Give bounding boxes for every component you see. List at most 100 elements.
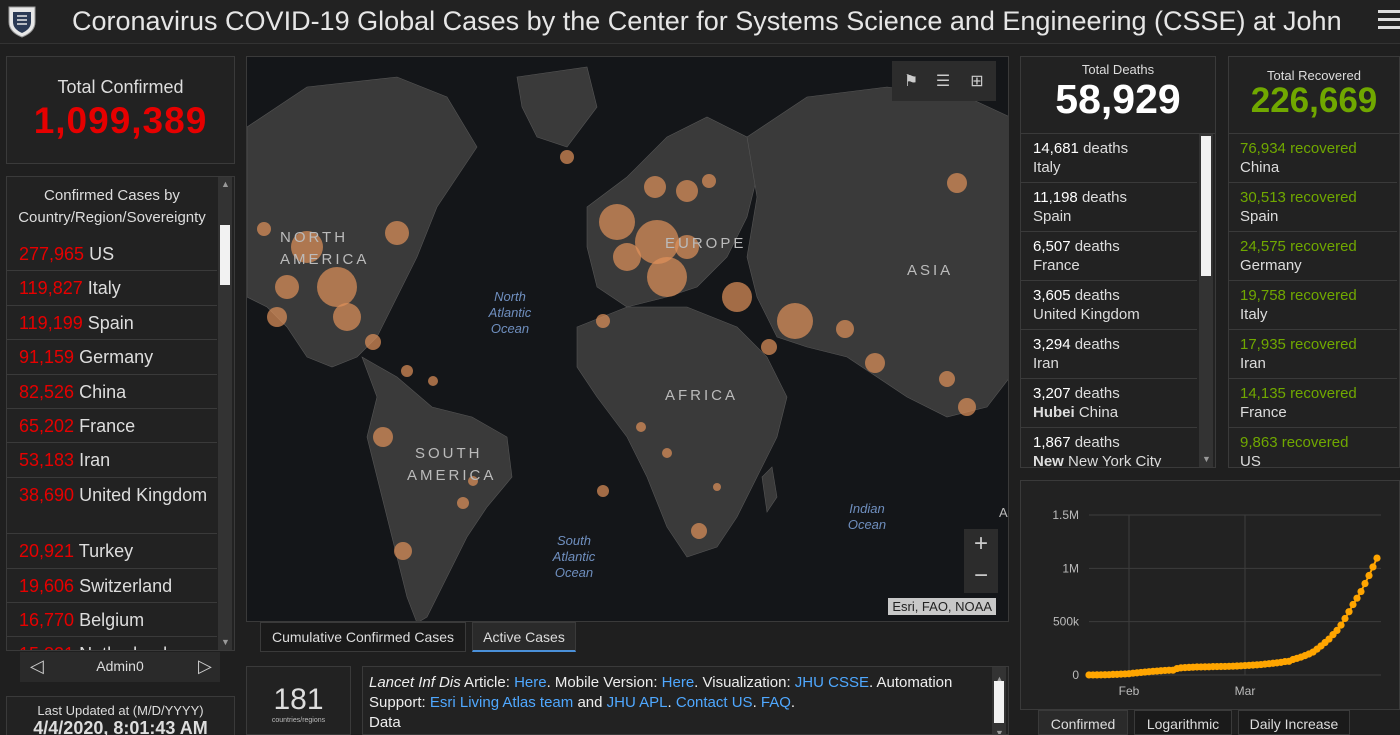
y-tick-label: 0: [1072, 668, 1079, 682]
confirmed-data-point: [1337, 621, 1345, 629]
deaths-scrollbar[interactable]: ▼: [1199, 134, 1213, 467]
info-scrollbar[interactable]: ▲ ▼: [992, 667, 1006, 734]
deaths-place: United Kingdom: [1033, 306, 1140, 323]
confirmed-data-point: [1361, 579, 1369, 588]
recovered-unit: recovered: [1290, 287, 1357, 304]
recovered-list-item[interactable]: 9,863 recovered US: [1229, 428, 1397, 467]
last-updated-panel: Last Updated at (M/D/YYYY) 4/4/2020, 8:0…: [6, 696, 235, 735]
admin-level-label: Admin0: [96, 658, 144, 674]
country-name: Spain: [87, 313, 134, 333]
tab-active-cases[interactable]: Active Cases: [472, 622, 576, 652]
mobile-version-link[interactable]: Here: [662, 674, 695, 691]
country-list-item[interactable]: 91,159 Germany: [7, 340, 217, 375]
confirmed-data-point: [1373, 554, 1381, 562]
jhu-shield-logo-icon[interactable]: [6, 4, 38, 38]
deaths-place: France: [1033, 257, 1080, 274]
deaths-count: 3,294: [1033, 336, 1071, 353]
faq-link[interactable]: FAQ: [761, 694, 791, 711]
esri-living-atlas-link[interactable]: Esri Living Atlas team: [430, 694, 573, 711]
recovered-count: 14,135: [1240, 385, 1286, 402]
deaths-list-item[interactable]: 3,294 deaths Iran: [1021, 330, 1197, 379]
basemap-gallery-icon[interactable]: ⊞: [966, 71, 988, 93]
country-confirmed-count: 16,770: [19, 610, 75, 630]
jhu-csse-link[interactable]: JHU CSSE: [795, 674, 869, 691]
recovered-place: China: [1240, 159, 1280, 176]
map-toolbar: ⚑ ☰ ⊞: [892, 61, 996, 101]
recovered-list-item[interactable]: 30,513 recovered Spain: [1229, 183, 1397, 232]
country-name: United Kingdom: [79, 485, 208, 505]
scroll-up-arrow-icon[interactable]: ▲: [221, 179, 230, 189]
total-deaths-panel: Total Deaths 58,929: [1020, 56, 1216, 134]
deaths-count: 11,198: [1033, 189, 1078, 206]
deaths-place: Iran: [1033, 355, 1059, 372]
cases-chart-panel: 0 500k 1M 1.5M Feb Mar: [1020, 480, 1400, 710]
recovered-unit: recovered: [1290, 385, 1357, 402]
map-canvas[interactable]: [247, 57, 1009, 622]
lancet-article-link[interactable]: Here: [514, 674, 547, 691]
country-list-item[interactable]: 53,183 Iran: [7, 443, 217, 478]
country-list-item[interactable]: 16,770 Belgium: [7, 603, 217, 637]
recovered-list-item[interactable]: 17,935 recovered Iran: [1229, 330, 1397, 379]
country-confirmed-count: 91,159: [19, 347, 75, 367]
recovered-place: Iran: [1240, 355, 1266, 372]
country-list-item[interactable]: 38,690 United Kingdom: [7, 478, 217, 534]
deaths-list[interactable]: 14,681 deaths Italy 11,198 deaths Spain 6,50…: [1020, 133, 1216, 468]
recovered-list-item[interactable]: 19,758 recovered Italy: [1229, 281, 1397, 330]
country-list-item[interactable]: 82,526 China: [7, 375, 217, 409]
scroll-thumb[interactable]: [220, 225, 230, 285]
deaths-unit: deaths: [1074, 385, 1120, 402]
deaths-count: 1,867: [1033, 434, 1071, 451]
legend-list-icon[interactable]: ☰: [932, 71, 954, 93]
tab-daily-increase[interactable]: Daily Increase: [1238, 710, 1350, 735]
countries-count-panel: 181 countries/regions: [246, 666, 351, 735]
country-list-scrollbar[interactable]: ▲ ▼: [218, 177, 232, 650]
recovered-count: 76,934: [1240, 140, 1286, 157]
deaths-list-item[interactable]: 3,207 deaths Hubei China: [1021, 379, 1197, 428]
tab-confirmed[interactable]: Confirmed: [1038, 710, 1128, 735]
deaths-unit: deaths: [1074, 238, 1120, 255]
contact-us-link[interactable]: Contact US: [676, 694, 753, 711]
tab-cumulative-confirmed-cases[interactable]: Cumulative Confirmed Cases: [260, 622, 466, 652]
next-page-icon[interactable]: ▷: [198, 656, 212, 677]
country-list-item[interactable]: 277,965 US: [7, 237, 217, 271]
recovered-place: Italy: [1240, 306, 1268, 323]
deaths-list-item[interactable]: 11,198 deaths Spain: [1021, 183, 1197, 232]
country-name: Netherlands: [79, 644, 176, 650]
zoom-out-button[interactable]: −: [964, 561, 998, 593]
country-list-item[interactable]: 119,199 Spain: [7, 306, 217, 340]
tab-logarithmic[interactable]: Logarithmic: [1134, 710, 1232, 735]
world-map[interactable]: NORTH AMERICA EUROPE ASIA AFRICA SOUTH A…: [246, 56, 1009, 622]
deaths-unit: deaths: [1074, 434, 1120, 451]
country-list-item[interactable]: 65,202 France: [7, 409, 217, 443]
country-list-item[interactable]: 19,606 Switzerland: [7, 569, 217, 603]
map-label-asia: ASIA: [907, 262, 954, 279]
country-list-item[interactable]: 20,921 Turkey: [7, 534, 217, 569]
bookmark-icon[interactable]: ⚑: [900, 71, 922, 93]
info-text-panel: Lancet Inf Dis Article: Here. Mobile Ver…: [362, 666, 1009, 735]
confirmed-data-point: [1349, 600, 1357, 609]
scroll-down-arrow-icon[interactable]: ▼: [1202, 454, 1211, 464]
country-confirmed-count: 20,921: [19, 541, 75, 561]
zoom-in-button[interactable]: +: [964, 529, 998, 561]
dashboard: Coronavirus COVID-19 Global Cases by the…: [0, 0, 1400, 735]
jhu-apl-link[interactable]: JHU APL: [607, 694, 668, 711]
recovered-list-item[interactable]: 76,934 recovered China: [1229, 134, 1397, 183]
hamburger-menu-icon[interactable]: [1378, 10, 1400, 34]
scroll-down-arrow-icon[interactable]: ▼: [995, 723, 1004, 734]
y-tick-label: 1M: [1062, 561, 1079, 575]
scroll-thumb[interactable]: [1201, 136, 1211, 276]
recovered-list-item[interactable]: 24,575 recovered Germany: [1229, 232, 1397, 281]
deaths-place: Italy: [1033, 159, 1061, 176]
recovered-list-item[interactable]: 14,135 recovered France: [1229, 379, 1397, 428]
country-list-item[interactable]: 15,821 Netherlands: [7, 637, 217, 650]
deaths-list-item[interactable]: 14,681 deaths Italy: [1021, 134, 1197, 183]
deaths-list-item[interactable]: 3,605 deaths United Kingdom: [1021, 281, 1197, 330]
cases-line-chart[interactable]: 0 500k 1M 1.5M Feb Mar: [1021, 481, 1400, 711]
scroll-down-arrow-icon[interactable]: ▼: [221, 637, 230, 647]
country-list-item[interactable]: 119,827 Italy: [7, 271, 217, 306]
recovered-list[interactable]: 76,934 recovered China 30,513 recovered Spa…: [1228, 133, 1400, 468]
deaths-list-item[interactable]: 1,867 deaths New New York City: [1021, 428, 1197, 467]
total-deaths-label: Total Deaths: [1081, 62, 1155, 77]
scroll-thumb[interactable]: [994, 681, 1004, 723]
deaths-list-item[interactable]: 6,507 deaths France: [1021, 232, 1197, 281]
